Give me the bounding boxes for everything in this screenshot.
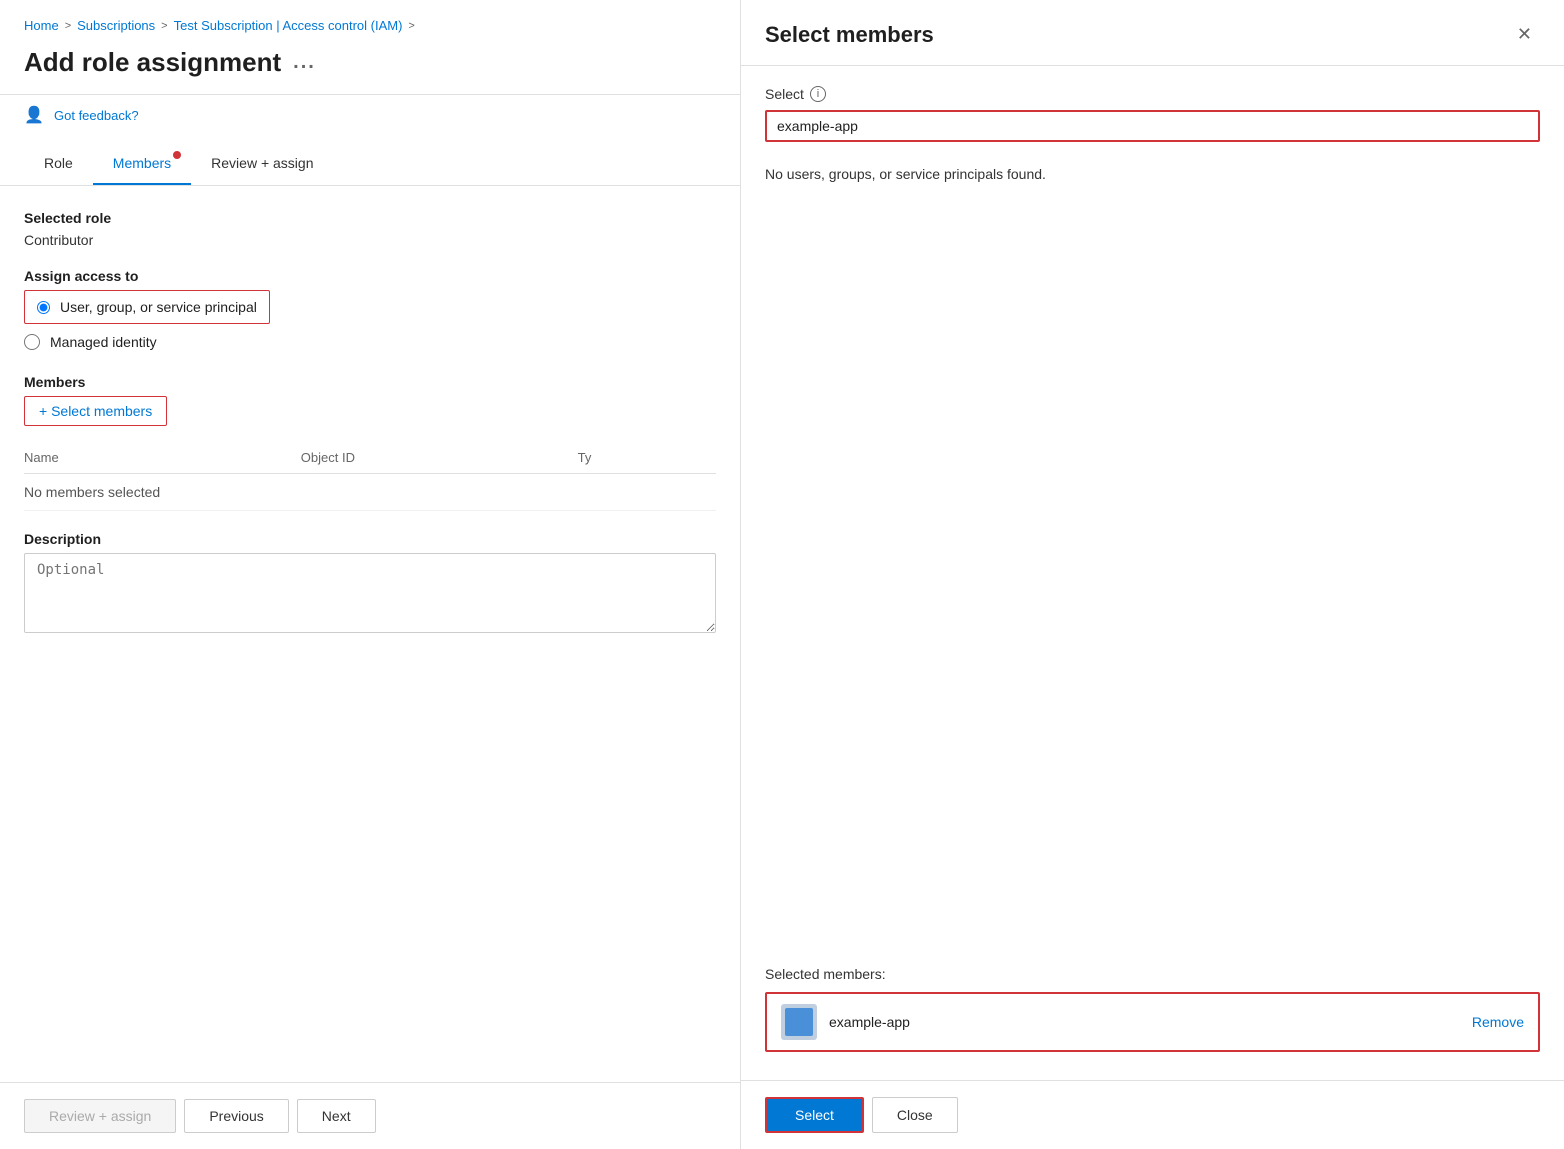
member-avatar <box>781 1004 817 1040</box>
tab-role-label: Role <box>44 155 73 171</box>
members-table-header: Name Object ID Ty <box>24 442 716 474</box>
member-name: example-app <box>829 1014 910 1030</box>
select-label: Select i <box>765 86 1540 102</box>
assign-access-label: Assign access to <box>24 268 716 284</box>
selected-member-item: example-app Remove <box>765 992 1540 1052</box>
breadcrumb-home[interactable]: Home <box>24 18 59 33</box>
avatar-inner <box>785 1008 813 1036</box>
empty-message: No members selected <box>24 484 160 500</box>
drawer-title: Select members <box>765 22 934 48</box>
tabs: Role Members Review + assign <box>0 143 740 186</box>
tab-members-label: Members <box>113 155 171 171</box>
breadcrumb-sep-1: > <box>65 20 71 32</box>
no-results-message: No users, groups, or service principals … <box>765 158 1540 190</box>
user-group-label: User, group, or service principal <box>60 299 257 315</box>
tab-review-label: Review + assign <box>211 155 313 171</box>
search-input[interactable] <box>765 110 1540 142</box>
breadcrumb-sep-2: > <box>161 20 167 32</box>
drawer-body: Select i No users, groups, or service pr… <box>741 66 1564 1080</box>
member-info: example-app <box>781 1004 910 1040</box>
feedback-bar[interactable]: 👤 Got feedback? <box>0 94 740 135</box>
remove-member-button[interactable]: Remove <box>1472 1014 1524 1030</box>
breadcrumb-iam[interactable]: Test Subscription | Access control (IAM) <box>174 18 403 33</box>
previous-button[interactable]: Previous <box>184 1099 288 1133</box>
user-group-radio[interactable] <box>37 301 50 314</box>
col-object-id: Object ID <box>301 450 578 465</box>
select-members-drawer: Select members ✕ Select i No users, grou… <box>740 0 1564 1149</box>
select-label-text: Select <box>765 86 804 102</box>
drawer-close-icon[interactable]: ✕ <box>1509 20 1540 49</box>
members-label: Members <box>24 374 716 390</box>
selected-role-value: Contributor <box>24 232 716 248</box>
selected-role-label: Selected role <box>24 210 716 226</box>
managed-identity-label: Managed identity <box>50 334 157 350</box>
select-members-button[interactable]: + Select members <box>24 396 167 426</box>
col-name: Name <box>24 450 301 465</box>
select-members-label: + Select members <box>39 403 152 419</box>
col-type: Ty <box>578 450 716 465</box>
breadcrumb-sep-3: > <box>408 20 414 32</box>
drawer-header: Select members ✕ <box>741 0 1564 66</box>
form-content: Selected role Contributor Assign access … <box>0 186 740 1082</box>
managed-identity-option[interactable]: Managed identity <box>24 334 716 350</box>
user-group-option[interactable]: User, group, or service principal <box>24 290 270 324</box>
managed-identity-radio[interactable] <box>24 334 40 350</box>
review-assign-button: Review + assign <box>24 1099 176 1133</box>
feedback-icon: 👤 <box>24 105 44 125</box>
selected-members-label: Selected members: <box>765 966 1540 982</box>
page-title: Add role assignment <box>24 47 281 78</box>
members-section: Members + Select members Name Object ID … <box>24 374 716 511</box>
breadcrumb-subscriptions[interactable]: Subscriptions <box>77 18 155 33</box>
tab-review-assign[interactable]: Review + assign <box>191 143 333 185</box>
description-label: Description <box>24 531 716 547</box>
access-type-group: User, group, or service principal Manage… <box>24 290 716 350</box>
members-dot <box>173 151 181 159</box>
page-title-container: Add role assignment ... <box>0 43 740 94</box>
next-button[interactable]: Next <box>297 1099 376 1133</box>
left-panel: Home > Subscriptions > Test Subscription… <box>0 0 740 1149</box>
description-section: Description <box>24 531 716 636</box>
tab-role[interactable]: Role <box>24 143 93 185</box>
breadcrumb: Home > Subscriptions > Test Subscription… <box>0 0 740 43</box>
tab-members[interactable]: Members <box>93 143 191 185</box>
bottom-bar: Review + assign Previous Next <box>0 1082 740 1149</box>
feedback-label: Got feedback? <box>54 108 139 123</box>
drawer-footer: Select Close <box>741 1080 1564 1149</box>
description-input[interactable] <box>24 553 716 633</box>
table-empty-row: No members selected <box>24 474 716 511</box>
more-options-icon[interactable]: ... <box>293 51 316 74</box>
drawer-close-button[interactable]: Close <box>872 1097 958 1133</box>
drawer-select-button[interactable]: Select <box>765 1097 864 1133</box>
info-icon[interactable]: i <box>810 86 826 102</box>
